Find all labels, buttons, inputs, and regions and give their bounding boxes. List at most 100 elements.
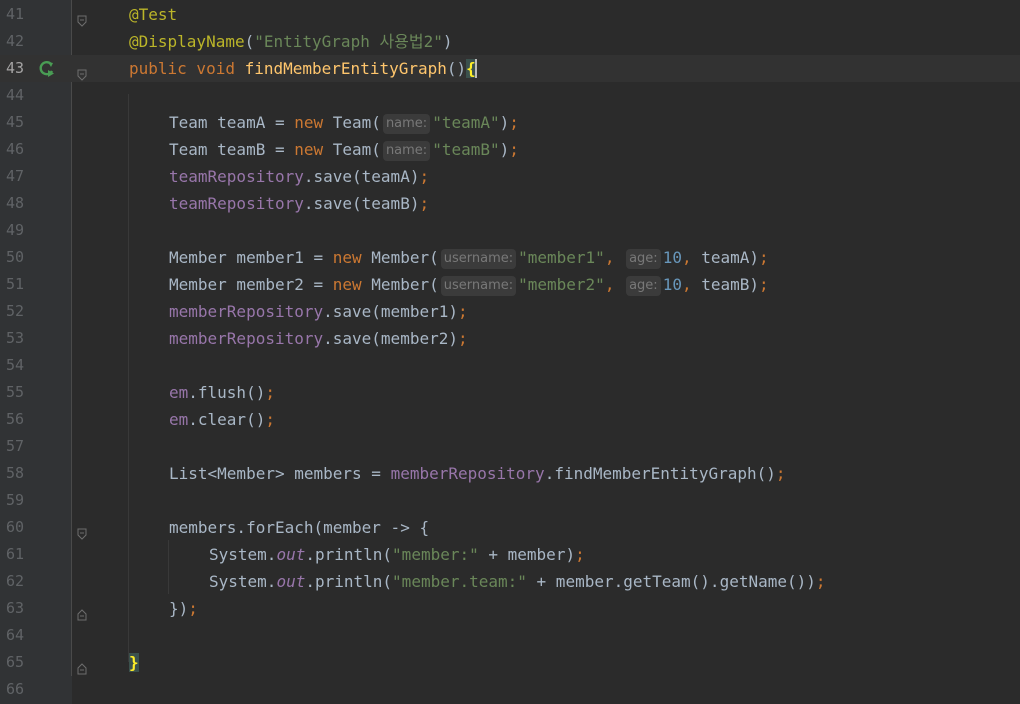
code-line[interactable]: 62 System.out.println("member.team:" + me…	[0, 568, 1020, 595]
code-text[interactable]: public void findMemberEntityGraph(){	[129, 55, 477, 82]
line-number[interactable]: 53	[6, 325, 30, 352]
code-line[interactable]: 44	[0, 82, 1020, 109]
code-text[interactable]: @DisplayName("EntityGraph 사용법2")	[129, 28, 453, 55]
code-line[interactable]: 56 em.clear();	[0, 406, 1020, 433]
line-number[interactable]: 52	[6, 298, 30, 325]
code-text[interactable]: memberRepository.save(member2);	[169, 325, 468, 352]
parameter-hint: age:	[626, 276, 661, 296]
code-token: .save(teamB)	[303, 194, 420, 213]
code-text[interactable]: em.flush();	[169, 379, 275, 406]
code-text[interactable]: Member member2 = new Member(username: "me…	[169, 271, 769, 298]
line-number[interactable]: 41	[6, 1, 30, 28]
line-number[interactable]: 44	[6, 82, 30, 109]
code-text[interactable]: Team teamB = new Team(name: "teamB");	[169, 136, 519, 163]
code-text[interactable]: List<Member> members = memberRepository.…	[169, 460, 786, 487]
code-token: .clear()	[188, 410, 266, 429]
fold-marker-icon[interactable]	[77, 602, 87, 621]
line-number[interactable]: 46	[6, 136, 30, 163]
line-number[interactable]: 60	[6, 514, 30, 541]
code-text[interactable]: memberRepository.save(member1);	[169, 298, 468, 325]
fold-marker-icon[interactable]	[77, 62, 87, 81]
code-token: ;	[575, 545, 585, 564]
line-number[interactable]: 47	[6, 163, 30, 190]
code-line[interactable]: 42 @DisplayName("EntityGraph 사용법2")	[0, 28, 1020, 55]
line-number[interactable]: 66	[6, 676, 30, 703]
code-token: new	[294, 113, 333, 132]
line-number[interactable]: 49	[6, 217, 30, 244]
code-text[interactable]: teamRepository.save(teamB);	[169, 190, 429, 217]
line-number[interactable]: 64	[6, 622, 30, 649]
run-test-icon[interactable]	[37, 59, 57, 79]
line-number[interactable]: 59	[6, 487, 30, 514]
code-line[interactable]: 50 Member member1 = new Member(username: "…	[0, 244, 1020, 271]
code-token: .save(member2)	[323, 329, 458, 348]
code-line[interactable]: 53 memberRepository.save(member2);	[0, 325, 1020, 352]
code-line[interactable]: 51 Member member2 = new Member(username: "…	[0, 271, 1020, 298]
code-line[interactable]: 46 Team teamB = new Team(name: "teamB");	[0, 136, 1020, 163]
code-line[interactable]: 65}	[0, 649, 1020, 676]
code-token: "member:"	[392, 545, 479, 564]
code-line[interactable]: 55 em.flush();	[0, 379, 1020, 406]
line-number[interactable]: 62	[6, 568, 30, 595]
code-line[interactable]: 47 teamRepository.save(teamA);	[0, 163, 1020, 190]
code-text[interactable]: System.out.println("member:" + member);	[209, 541, 585, 568]
code-text[interactable]: Member member1 = new Member(username: "me…	[169, 244, 769, 271]
line-number[interactable]: 51	[6, 271, 30, 298]
code-text[interactable]: em.clear();	[169, 406, 275, 433]
code-token: List<Member> members =	[169, 464, 391, 483]
code-token: em	[169, 383, 189, 402]
code-line[interactable]: 63});	[0, 595, 1020, 622]
fold-marker-icon[interactable]	[77, 8, 87, 27]
code-token: "member.team:"	[392, 572, 527, 591]
code-token: memberRepository	[390, 464, 545, 483]
code-text[interactable]: teamRepository.save(teamA);	[169, 163, 429, 190]
code-editor[interactable]: 41 @Test 42 @DisplayName("EntityGraph 사용법2"…	[0, 0, 1020, 704]
code-line[interactable]: 48 teamRepository.save(teamB);	[0, 190, 1020, 217]
line-number[interactable]: 61	[6, 541, 30, 568]
fold-marker-icon[interactable]	[77, 521, 87, 540]
code-token: ;	[457, 329, 468, 348]
code-line[interactable]: 52 memberRepository.save(member1);	[0, 298, 1020, 325]
code-line[interactable]: 41 @Test	[0, 1, 1020, 28]
line-number[interactable]: 56	[6, 406, 30, 433]
code-token: ;	[759, 275, 769, 294]
line-number[interactable]: 63	[6, 595, 30, 622]
code-line[interactable]: 58 List<Member> members = memberRepositor…	[0, 460, 1020, 487]
line-number[interactable]: 57	[6, 433, 30, 460]
code-line[interactable]: 57	[0, 433, 1020, 460]
code-line[interactable]: 60 members.forEach(member -> {	[0, 514, 1020, 541]
code-token: new	[294, 140, 333, 159]
code-line[interactable]: 66	[0, 676, 1020, 703]
line-number[interactable]: 42	[6, 28, 30, 55]
line-number[interactable]: 43	[6, 55, 30, 82]
line-number[interactable]: 65	[6, 649, 30, 676]
code-line[interactable]: 43 public void findMemberEntityGraph(){	[0, 55, 1020, 82]
code-text[interactable]: });	[169, 595, 198, 622]
code-token: "EntityGraph 사용법2"	[254, 32, 443, 51]
code-token: members.forEach(member -> {	[169, 518, 430, 537]
code-line[interactable]: 61 System.out.println("member:" + member)…	[0, 541, 1020, 568]
code-line[interactable]: 59	[0, 487, 1020, 514]
code-line[interactable]: 49	[0, 217, 1020, 244]
code-token: ,	[604, 248, 625, 267]
code-text[interactable]: members.forEach(member -> {	[169, 514, 429, 541]
code-line[interactable]: 54	[0, 352, 1020, 379]
code-token: )	[499, 113, 510, 132]
line-number[interactable]: 55	[6, 379, 30, 406]
code-token: .findMemberEntityGraph()	[544, 464, 776, 483]
code-token: em	[169, 410, 189, 429]
code-line[interactable]: 64	[0, 622, 1020, 649]
line-number[interactable]: 58	[6, 460, 30, 487]
code-text[interactable]: Team teamA = new Team(name: "teamA");	[169, 109, 519, 136]
code-token: "member1"	[518, 248, 605, 267]
code-text[interactable]: @Test	[129, 1, 177, 28]
line-number[interactable]: 45	[6, 109, 30, 136]
code-token: ;	[419, 194, 430, 213]
code-text[interactable]: }	[129, 649, 139, 676]
line-number[interactable]: 50	[6, 244, 30, 271]
line-number[interactable]: 54	[6, 352, 30, 379]
line-number[interactable]: 48	[6, 190, 30, 217]
code-text[interactable]: System.out.println("member.team:" + memb…	[209, 568, 826, 595]
code-line[interactable]: 45 Team teamA = new Team(name: "teamA");	[0, 109, 1020, 136]
fold-marker-icon[interactable]	[77, 656, 87, 675]
